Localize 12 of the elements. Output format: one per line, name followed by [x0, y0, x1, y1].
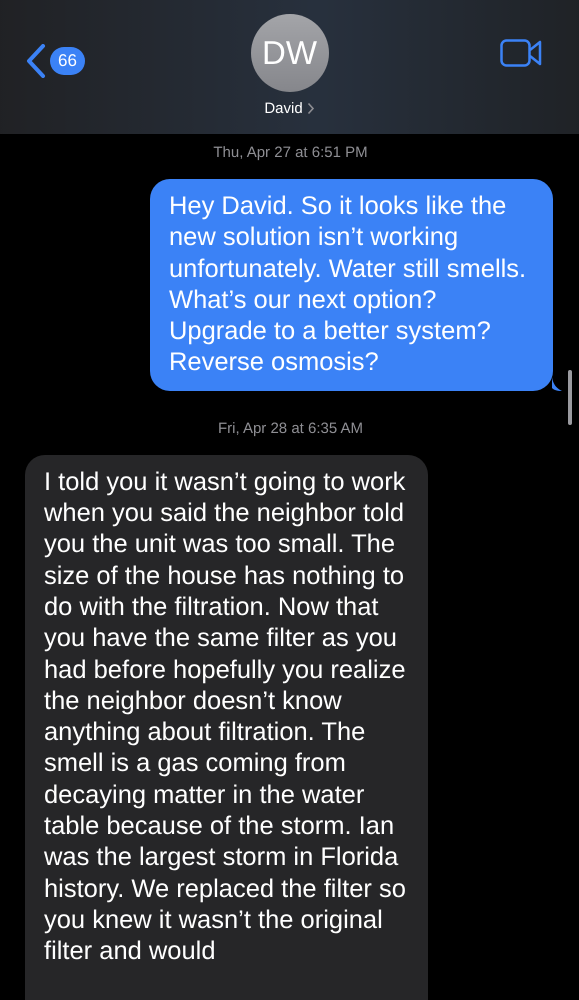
contact-name[interactable]: David [264, 100, 303, 117]
chevron-icon [306, 102, 315, 115]
message-timestamp: Fri, Apr 28 at 6:35 AM [216, 418, 364, 439]
back-icon[interactable] [26, 44, 46, 78]
message-timestamp: Thu, Apr 27 at 6:51 PM [212, 143, 369, 163]
scrollbar [568, 370, 572, 425]
contact-avatar[interactable]: DW [250, 14, 328, 92]
received-message-bubble: I told you it wasn’t going to work when you said the neighbor told you the unit was too small. The size of the house has nothing to do with the filtration. Now that you have the same filter as you had before hopefully you realize the neighbor doesn’t know anything about filtration. The smell is a gas coming from decaying matter in the water table because of the storm. Ian was the largest storm in Florida history. We replaced the filter so you knew it wasn’t the original filter and would [25, 454, 428, 1000]
sent-message-bubble: Hey David. So it looks like the new solution isn’t working unfortunately. Water still smells. What’s our next option? Upgrade to a better system? Reverse osmosis? [150, 179, 553, 391]
video-camera-icon[interactable] [500, 39, 542, 67]
bubble-tail [552, 376, 562, 391]
unread-badge[interactable]: 66 [50, 47, 85, 75]
